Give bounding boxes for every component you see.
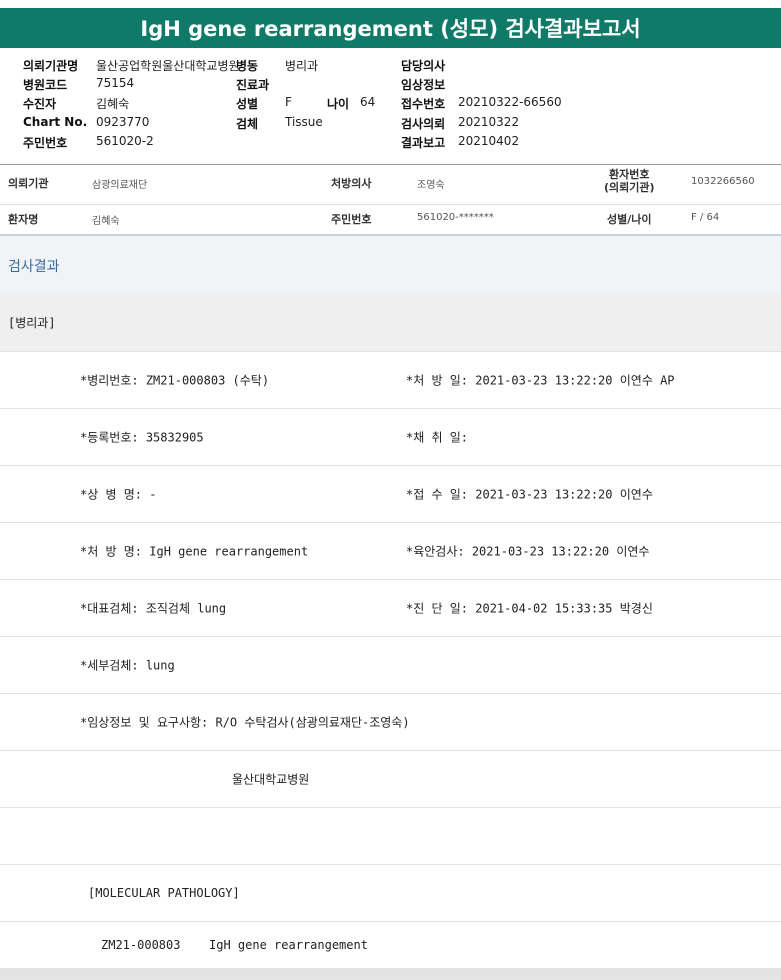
hospital-name: 울산대학교병원 bbox=[232, 772, 310, 787]
patient-label: 성별/나이 bbox=[607, 213, 652, 226]
specimen-number: ZM21-000803 bbox=[101, 938, 181, 952]
header-field: 결과보고 bbox=[401, 136, 446, 150]
header-field: 담당의사 bbox=[401, 59, 446, 73]
patient-label: 환자명 bbox=[8, 213, 39, 226]
patient-label: 환자번호 (의뢰기관) bbox=[604, 168, 655, 194]
patient-value: F / 64 bbox=[691, 212, 720, 223]
header-value: F bbox=[285, 95, 292, 109]
report-title: IgH gene rearrangement (성모) 검사결과보고서 bbox=[0, 8, 781, 48]
result-row: *세부검체: lung bbox=[0, 637, 781, 694]
result-field-right: *접 수 일: 2021-03-23 13:22:20 이연수 bbox=[406, 487, 653, 502]
header-value: 20210322 bbox=[458, 115, 520, 129]
specimen-test: IgH gene rearrangement bbox=[209, 938, 368, 952]
result-field-right: *처 방 일: 2021-03-23 13:22:20 이연수 AP bbox=[406, 373, 675, 388]
result-field-left: *대표검체: 조직검체 lung bbox=[80, 601, 227, 616]
header-field: 수진자 bbox=[23, 97, 57, 111]
divider bbox=[0, 164, 781, 165]
divider bbox=[0, 204, 781, 205]
result-field-left: *임상정보 및 요구사항: R/O 수탁검사(삼광의료재단-조영숙) bbox=[80, 715, 410, 730]
result-row: *처 방 명: IgH gene rearrangement *육안검사: 20… bbox=[0, 523, 781, 580]
result-row: [MOLECULAR PATHOLOGY] bbox=[0, 865, 781, 922]
patient-value: 561020-******* bbox=[417, 212, 494, 223]
patient-label: 의뢰기관 bbox=[8, 177, 49, 190]
header-field: 성별 bbox=[236, 97, 259, 111]
result-field-left: *상 병 명: - bbox=[80, 487, 157, 502]
header-value: 561020-2 bbox=[96, 134, 154, 148]
patient-value: 김혜숙 bbox=[92, 216, 120, 227]
header-field: 나이 bbox=[327, 97, 350, 111]
header-field: 진료과 bbox=[236, 78, 270, 92]
result-row: 울산대학교병원 bbox=[0, 751, 781, 808]
bottom-bar bbox=[0, 969, 781, 980]
result-field-right: *채 취 일: bbox=[406, 430, 469, 445]
department-bar: [병리과] bbox=[0, 295, 781, 352]
result-field-right: *진 단 일: 2021-04-02 15:33:35 박경신 bbox=[406, 601, 653, 616]
header-field: 접수번호 bbox=[401, 97, 446, 111]
result-field-left: *세부검체: lung bbox=[80, 658, 175, 673]
header-field: 병원코드 bbox=[23, 78, 68, 92]
header-field: 의뢰기관명 bbox=[23, 57, 78, 74]
result-row bbox=[0, 808, 781, 865]
header-value: 64 bbox=[360, 95, 376, 109]
header-field: Chart No. bbox=[23, 115, 88, 129]
header-label: 의뢰기관명 bbox=[23, 59, 79, 73]
results-section-header: 검사결과 bbox=[0, 234, 781, 297]
header-value: Tissue bbox=[285, 115, 323, 129]
result-field-left: *등록번호: 35832905 bbox=[80, 430, 204, 445]
result-row: *등록번호: 35832905 *채 취 일: bbox=[0, 409, 781, 466]
patient-value: 1032266560 bbox=[691, 176, 755, 187]
header-field: 검사의뢰 bbox=[401, 117, 446, 131]
molecular-pathology-heading: [MOLECULAR PATHOLOGY] bbox=[88, 886, 240, 900]
header-value: 20210402 bbox=[458, 134, 520, 148]
patient-value: 삼광의료재단 bbox=[92, 180, 148, 191]
header-value: 병리과 bbox=[285, 59, 319, 73]
patient-label: 주민번호 bbox=[331, 213, 372, 226]
patient-label: 처방의사 bbox=[331, 177, 372, 190]
result-row: *병리번호: ZM21-000803 (수탁) *처 방 일: 2021-03-… bbox=[0, 352, 781, 409]
header-field: 주민번호 bbox=[23, 136, 68, 150]
result-row: *상 병 명: - *접 수 일: 2021-03-23 13:22:20 이연… bbox=[0, 466, 781, 523]
result-field-left: *병리번호: ZM21-000803 (수탁) bbox=[80, 373, 270, 388]
result-row: ZM21-000803 IgH gene rearrangement bbox=[0, 922, 781, 969]
header-value: 75154 bbox=[96, 76, 135, 90]
header-value: 김혜숙 bbox=[96, 97, 130, 111]
header-value: 울산공업학원울산대학교병원 bbox=[96, 59, 240, 73]
result-field-left: *처 방 명: IgH gene rearrangement bbox=[80, 544, 309, 559]
results-section-title: 검사결과 bbox=[8, 259, 60, 275]
header-field: 임상정보 bbox=[401, 78, 446, 92]
department-label: [병리과] bbox=[8, 316, 56, 330]
patient-value: 조영숙 bbox=[417, 180, 445, 191]
header-value: 0923770 bbox=[96, 115, 150, 129]
result-field-right: *육안검사: 2021-03-23 13:22:20 이연수 bbox=[406, 544, 650, 559]
result-row: *대표검체: 조직검체 lung *진 단 일: 2021-04-02 15:3… bbox=[0, 580, 781, 637]
header-field: 병동 bbox=[236, 59, 259, 73]
header-value: 20210322-66560 bbox=[458, 95, 562, 109]
header-field: 검체 bbox=[236, 117, 259, 131]
result-row: *임상정보 및 요구사항: R/O 수탁검사(삼광의료재단-조영숙) bbox=[0, 694, 781, 751]
